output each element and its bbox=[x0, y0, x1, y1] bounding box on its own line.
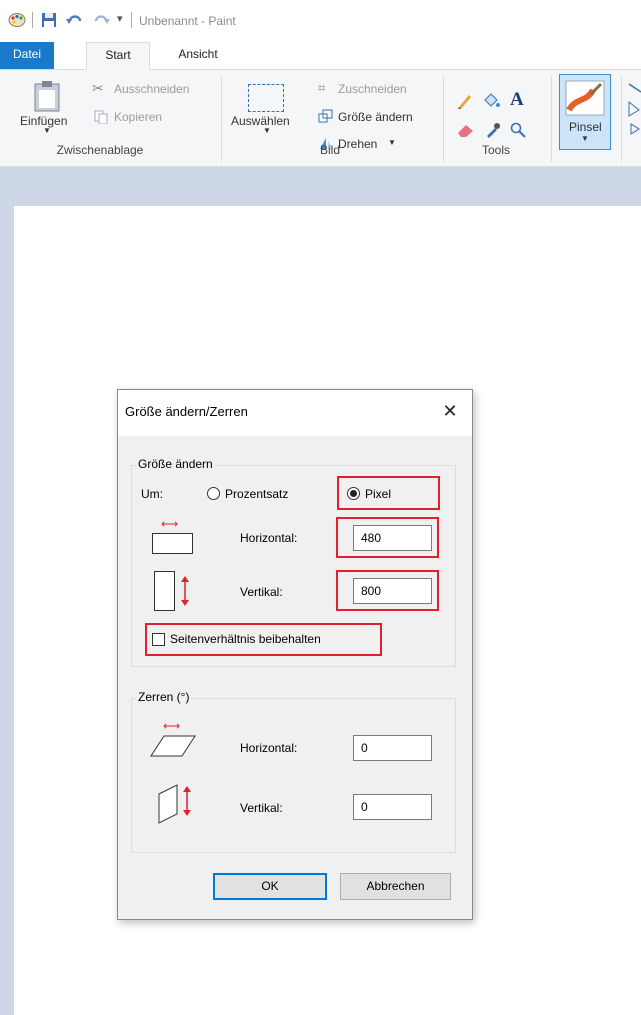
horizontal-arrow-icon: ⟷ bbox=[161, 517, 179, 531]
color-picker-icon[interactable] bbox=[485, 122, 501, 141]
chevron-down-icon: ▼ bbox=[581, 134, 589, 143]
title-bar: ▾ Unbenannt - Paint bbox=[0, 0, 641, 42]
resize-group-legend: Größe ändern bbox=[136, 457, 215, 471]
redo-icon[interactable] bbox=[92, 12, 110, 31]
brushes-button[interactable]: Pinsel ▼ bbox=[559, 74, 611, 150]
chevron-down-icon: ▼ bbox=[388, 138, 396, 147]
text-icon[interactable]: A bbox=[510, 89, 524, 111]
chevron-down-icon: ▼ bbox=[263, 126, 271, 135]
vertical-arrow-icon bbox=[181, 576, 189, 609]
chevron-down-icon: ▼ bbox=[43, 126, 51, 135]
clipboard-group-label: Zwischenablage bbox=[56, 143, 144, 157]
close-icon[interactable]: ✕ bbox=[437, 398, 463, 424]
percent-radio[interactable] bbox=[207, 487, 220, 500]
pencil-icon[interactable] bbox=[456, 92, 474, 113]
group-divider bbox=[551, 76, 552, 162]
clipboard-icon bbox=[34, 80, 60, 115]
dialog-title: Größe ändern/Zerren bbox=[125, 404, 248, 419]
scissors-icon: ✂ bbox=[92, 80, 104, 96]
horizontal-skew-icon bbox=[150, 735, 196, 760]
cut-label: Ausschneiden bbox=[114, 82, 190, 96]
percent-label[interactable]: Prozentsatz bbox=[225, 487, 288, 501]
crop-label: Zuschneiden bbox=[338, 82, 407, 96]
dialog-title-bar: Größe ändern/Zerren ✕ bbox=[118, 390, 472, 436]
skew-horizontal-input[interactable]: 0 bbox=[353, 735, 432, 761]
brushes-label: Pinsel bbox=[569, 120, 602, 134]
magnifier-icon[interactable] bbox=[510, 122, 526, 141]
paste-button[interactable]: Einfügen ▼ bbox=[14, 74, 70, 144]
tab-view[interactable]: Ansicht bbox=[168, 42, 228, 69]
resize-icon bbox=[318, 109, 333, 126]
cancel-button[interactable]: Abbrechen bbox=[340, 873, 451, 900]
vertical-highlight bbox=[336, 570, 439, 611]
crop-icon: ⌗ bbox=[318, 80, 326, 95]
selection-rectangle-icon bbox=[248, 84, 284, 112]
save-icon[interactable] bbox=[41, 12, 57, 31]
vertical-resize-icon bbox=[154, 571, 175, 611]
ok-button[interactable]: OK bbox=[213, 873, 327, 900]
select-label: Auswählen bbox=[231, 114, 290, 128]
vertical-skew-icon bbox=[158, 784, 178, 827]
select-button[interactable]: Auswählen ▼ bbox=[228, 74, 290, 144]
group-divider bbox=[621, 76, 622, 162]
resize-label: Größe ändern bbox=[338, 110, 413, 124]
separator bbox=[32, 12, 33, 28]
skew-horizontal-label: Horizontal: bbox=[240, 741, 298, 755]
separator bbox=[131, 12, 132, 28]
horizontal-resize-icon bbox=[152, 533, 193, 554]
aspect-ratio-highlight bbox=[145, 623, 382, 656]
undo-icon[interactable] bbox=[66, 12, 84, 31]
paint-app-icon[interactable] bbox=[8, 12, 26, 31]
vertical-label: Vertikal: bbox=[240, 585, 283, 599]
group-divider bbox=[443, 76, 444, 162]
group-divider bbox=[221, 76, 222, 162]
image-group-label: Bild bbox=[319, 143, 340, 157]
ribbon-tabs: Datei Start Ansicht bbox=[0, 42, 641, 70]
skew-group-legend: Zerren (°) bbox=[136, 690, 192, 704]
customize-toolbar-icon[interactable]: ▾ bbox=[117, 12, 123, 25]
resize-skew-dialog: Größe ändern/Zerren ✕ Größe ändern Um: P… bbox=[117, 389, 473, 920]
skew-vertical-input[interactable]: 0 bbox=[353, 794, 432, 820]
shapes-icon[interactable] bbox=[627, 82, 641, 141]
resize-by-label: Um: bbox=[141, 487, 163, 501]
horizontal-skew-arrow-icon: ⟷ bbox=[163, 719, 181, 733]
copy-icon bbox=[94, 110, 108, 127]
horizontal-label: Horizontal: bbox=[240, 531, 298, 545]
ribbon: Einfügen ▼ ✂ Ausschneiden Kopieren Zwisc… bbox=[0, 70, 641, 167]
skew-vertical-label: Vertikal: bbox=[240, 801, 283, 815]
vertical-skew-arrow-icon bbox=[183, 786, 191, 819]
fill-icon[interactable] bbox=[481, 92, 501, 113]
tab-start[interactable]: Start bbox=[86, 42, 150, 70]
tab-file[interactable]: Datei bbox=[0, 42, 54, 69]
copy-label: Kopieren bbox=[114, 110, 163, 124]
window-title: Unbenannt - Paint bbox=[139, 14, 236, 28]
tools-group-label: Tools bbox=[481, 143, 510, 157]
brush-icon bbox=[565, 80, 605, 119]
horizontal-highlight bbox=[336, 517, 439, 558]
pixel-highlight bbox=[337, 476, 440, 510]
eraser-icon[interactable] bbox=[456, 122, 476, 141]
